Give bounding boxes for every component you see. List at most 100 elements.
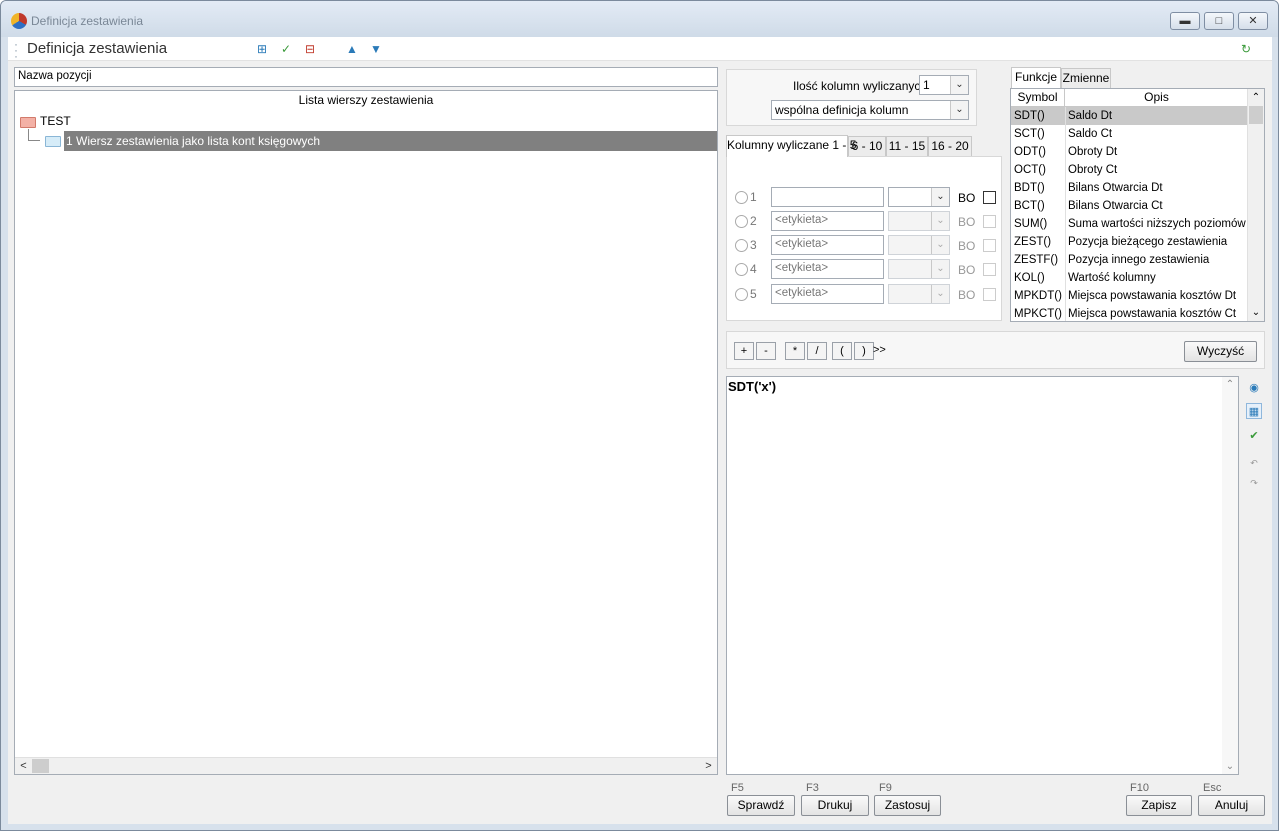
- horizontal-scrollbar[interactable]: < >: [15, 757, 717, 774]
- columns-tab-content: 1 ⌄ BO 2 <etykieta> ⌄ BO 3 <etykieta> ⌄ …: [726, 156, 1002, 321]
- table-row[interactable]: BDT() Bilans Otwarcia Dt: [1011, 179, 1248, 197]
- minimize-button[interactable]: ▬: [1170, 12, 1200, 30]
- scroll-down-icon[interactable]: ⌄: [1222, 761, 1238, 772]
- tab-funkcje[interactable]: Funkcje: [1011, 67, 1061, 88]
- shortcut-f5: F5: [731, 782, 744, 794]
- delete-row-icon[interactable]: ⊟: [302, 41, 318, 57]
- column-radio-1[interactable]: [735, 191, 748, 204]
- tab-zmienne[interactable]: Zmienne: [1061, 68, 1111, 88]
- rows-tree-panel: Lista wierszy zestawienia TEST 1 Wiersz …: [14, 90, 718, 775]
- tab-columns-1-5[interactable]: Kolumny wyliczane 1 - 5: [726, 135, 856, 157]
- item-name-input[interactable]: Nazwa pozycji: [14, 67, 718, 87]
- scroll-thumb[interactable]: [1249, 106, 1263, 124]
- bo-checkbox-1[interactable]: [983, 191, 996, 204]
- redo-icon[interactable]: ↷: [1246, 475, 1262, 491]
- column-type-dropdown-5[interactable]: ⌄: [888, 284, 950, 304]
- open-paren-button[interactable]: (: [832, 342, 852, 360]
- table-row[interactable]: BCT() Bilans Otwarcia Ct: [1011, 197, 1248, 215]
- functions-grid: Symbol Opis SDT() Saldo Dt SCT() Saldo Ct …: [1010, 88, 1265, 322]
- column-radio-5[interactable]: [735, 288, 748, 301]
- column-label-placeholder-3: <etykieta>: [775, 238, 829, 250]
- item-name-input-placeholder: Nazwa pozycji: [18, 70, 92, 82]
- bo-label-2: BO: [958, 215, 976, 229]
- column-type-dropdown-3[interactable]: ⌄: [888, 235, 950, 255]
- column-radio-2[interactable]: [735, 215, 748, 228]
- scroll-right-icon[interactable]: >: [700, 758, 717, 775]
- minus-button[interactable]: -: [756, 342, 776, 360]
- scroll-up-icon[interactable]: ⌃: [1248, 89, 1264, 106]
- divide-button[interactable]: /: [807, 342, 827, 360]
- table-view-icon[interactable]: ▦: [1246, 403, 1262, 419]
- tab-columns-16-20[interactable]: 16 - 20: [928, 136, 972, 156]
- vertical-scrollbar[interactable]: ⌃ ⌄: [1247, 89, 1264, 321]
- column-header-symbol[interactable]: Symbol: [1011, 89, 1065, 107]
- check-formula-icon[interactable]: ✔: [1246, 428, 1262, 444]
- check-button[interactable]: Sprawdź: [727, 795, 795, 816]
- undo-icon[interactable]: ↶: [1246, 455, 1262, 471]
- bo-label-1: BO: [958, 191, 976, 205]
- tree-root-item[interactable]: TEST: [40, 114, 71, 128]
- table-row[interactable]: ODT() Obroty Dt: [1011, 143, 1248, 161]
- multiply-button[interactable]: *: [785, 342, 805, 360]
- close-button[interactable]: ✕: [1238, 12, 1268, 30]
- table-row[interactable]: KOL() Wartość kolumny: [1011, 269, 1248, 287]
- table-row[interactable]: ZESTF() Pozycja innego zestawienia: [1011, 251, 1248, 269]
- save-button[interactable]: Zapisz: [1126, 795, 1192, 816]
- scroll-down-icon[interactable]: ⌄: [1248, 304, 1264, 321]
- tree-child-item[interactable]: 1 Wiersz zestawienia jako lista kont ksi…: [66, 134, 320, 148]
- bo-checkbox-5[interactable]: [983, 288, 996, 301]
- table-row[interactable]: SDT() Saldo Dt: [1011, 107, 1248, 125]
- tab-columns-11-15[interactable]: 11 - 15: [886, 136, 928, 156]
- tree-connector: [28, 129, 40, 141]
- move-down-icon[interactable]: ▼: [368, 41, 384, 57]
- shortcut-f9: F9: [879, 782, 892, 794]
- table-row[interactable]: MPKDT() Miejsca powstawania kosztów Dt: [1011, 287, 1248, 305]
- column-count-label: Ilość kolumn wyliczanych: [793, 79, 928, 93]
- column-label-input-3[interactable]: <etykieta>: [771, 235, 884, 255]
- folder-icon: [20, 117, 36, 128]
- shortcut-esc: Esc: [1203, 782, 1222, 794]
- add-row-icon[interactable]: ⊞: [254, 41, 270, 57]
- move-up-icon[interactable]: ▲: [344, 41, 360, 57]
- title-bar: Definicja zestawienia ▬ □ ✕: [1, 1, 1278, 37]
- table-row[interactable]: SCT() Saldo Ct: [1011, 125, 1248, 143]
- more-operators-button[interactable]: >>: [873, 344, 886, 356]
- column-type-dropdown-2[interactable]: ⌄: [888, 211, 950, 231]
- bo-checkbox-3[interactable]: [983, 239, 996, 252]
- scroll-thumb[interactable]: [32, 759, 49, 773]
- toolbar-title: Definicja zestawienia: [27, 40, 168, 57]
- column-label-input-4[interactable]: <etykieta>: [771, 259, 884, 279]
- table-row[interactable]: SUM() Suma wartości niższych poziomów: [1011, 215, 1248, 233]
- cancel-button[interactable]: Anuluj: [1198, 795, 1265, 816]
- table-row[interactable]: MPKCT() Miejsca powstawania kosztów Ct: [1011, 305, 1248, 321]
- bo-checkbox-2[interactable]: [983, 215, 996, 228]
- table-row[interactable]: ZEST() Pozycja bieżącego zestawienia: [1011, 233, 1248, 251]
- maximize-button[interactable]: □: [1204, 12, 1234, 30]
- column-radio-3[interactable]: [735, 239, 748, 252]
- close-paren-button[interactable]: ): [854, 342, 874, 360]
- apply-button[interactable]: Zastosuj: [874, 795, 941, 816]
- refresh-icon[interactable]: ↻: [1238, 41, 1254, 57]
- clear-button[interactable]: Wyczyść: [1184, 341, 1257, 362]
- formula-editor[interactable]: SDT('x') ⌃ ⌄: [726, 376, 1239, 775]
- formula-scrollbar[interactable]: ⌃ ⌄: [1222, 377, 1238, 774]
- column-type-dropdown-4[interactable]: ⌄: [888, 259, 950, 279]
- column-label-input-5[interactable]: <etykieta>: [771, 284, 884, 304]
- table-row[interactable]: OCT() Obroty Ct: [1011, 161, 1248, 179]
- print-button[interactable]: Drukuj: [801, 795, 869, 816]
- scroll-up-icon[interactable]: ⌃: [1222, 379, 1238, 390]
- column-count-dropdown[interactable]: 1 ⌄: [919, 75, 969, 95]
- column-header-opis[interactable]: Opis: [1065, 89, 1248, 107]
- column-settings-box: Ilość kolumn wyliczanych 1 ⌄ wspólna def…: [726, 69, 977, 126]
- column-definition-dropdown[interactable]: wspólna definicja kolumn ⌄: [771, 100, 969, 120]
- plus-button[interactable]: +: [734, 342, 754, 360]
- column-label-input-2[interactable]: <etykieta>: [771, 211, 884, 231]
- edit-row-icon[interactable]: ✓: [278, 41, 294, 57]
- preview-icon[interactable]: ◉: [1246, 380, 1262, 396]
- column-radio-4[interactable]: [735, 263, 748, 276]
- bo-label-5: BO: [958, 288, 976, 302]
- column-type-dropdown-1[interactable]: ⌄: [888, 187, 950, 207]
- bo-checkbox-4[interactable]: [983, 263, 996, 276]
- scroll-left-icon[interactable]: <: [15, 758, 32, 775]
- column-label-input-1[interactable]: [771, 187, 884, 207]
